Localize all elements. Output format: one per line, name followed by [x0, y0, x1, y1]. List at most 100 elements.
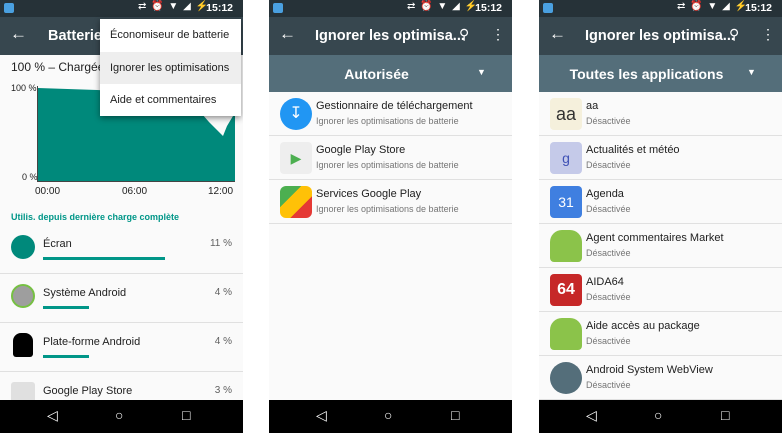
app-row-aa[interactable]: aa aa Désactivée	[539, 92, 782, 136]
app-row-package-access[interactable]: Aide accès au package Désactivée	[539, 312, 782, 356]
status-icons: ⇄ ⏰ ▼ ◢ ⚡	[138, 1, 209, 12]
status-icons: ⇄ ⏰ ▼ ◢ ⚡	[407, 1, 478, 12]
app-row-download-manager[interactable]: ↧ Gestionnaire de téléchargement Ignorer…	[269, 92, 512, 136]
app-status: Ignorer les optimisations de batterie	[316, 204, 459, 214]
status-clock: 15:12	[475, 2, 502, 14]
app-name: Agenda	[586, 188, 624, 200]
app-status: Désactivée	[586, 160, 631, 170]
nav-recent-icon[interactable]: □	[451, 407, 459, 423]
app-name: Android System WebView	[586, 364, 713, 376]
status-bar: ⇄ ⏰ ▼ ◢ ⚡ 15:12	[0, 0, 243, 17]
app-row-play-store[interactable]: ▶ Google Play Store Ignorer les optimisa…	[269, 136, 512, 180]
usage-row-screen[interactable]: Écran 11 %	[0, 225, 243, 274]
back-arrow-icon[interactable]: ←	[279, 24, 296, 44]
back-arrow-icon[interactable]: ←	[549, 24, 566, 44]
usage-percent: 11 %	[209, 238, 232, 249]
chart-ymax-label: 100 %	[11, 83, 37, 93]
usage-percent: 4 %	[214, 336, 232, 347]
app-name: Google Play Store	[316, 144, 406, 156]
nav-back-icon[interactable]: ◁	[586, 407, 597, 424]
status-clock: 15:12	[745, 2, 772, 14]
nav-bar: ◁ ○ □	[0, 400, 243, 433]
app-status: Désactivée	[586, 248, 631, 258]
app-name: Services Google Play	[316, 188, 422, 200]
notification-app-icon	[273, 3, 283, 13]
nav-back-icon[interactable]: ◁	[47, 407, 58, 424]
app-row-aida64[interactable]: 64 AIDA64 Désactivée	[539, 268, 782, 312]
more-vert-icon[interactable]: ⋮	[761, 26, 775, 43]
menu-item-help[interactable]: Aide et commentaires	[100, 84, 241, 116]
app-row-market-feedback[interactable]: Agent commentaires Market Désactivée	[539, 224, 782, 268]
app-row-calendar[interactable]: 31 Agenda Désactivée	[539, 180, 782, 224]
battery-screen: ⇄ ⏰ ▼ ◢ ⚡ 15:12 ← Batterie 100 % – Charg…	[0, 0, 243, 433]
usage-percent: 3 %	[214, 385, 232, 396]
app-row-news-weather[interactable]: g Actualités et météo Désactivée	[539, 136, 782, 180]
app-row-play-services[interactable]: Services Google Play Ignorer les optimis…	[269, 180, 512, 224]
usage-section-header: Utilis. depuis dernière charge complète	[11, 212, 180, 222]
usage-name: Écran	[43, 238, 72, 250]
menu-item-ignore-optimizations[interactable]: Ignorer les optimisations	[100, 52, 241, 84]
nav-home-icon[interactable]: ○	[654, 407, 662, 423]
nav-recent-icon[interactable]: □	[182, 407, 190, 423]
more-vert-icon[interactable]: ⋮	[491, 26, 505, 43]
chart-x-label: 12:00	[208, 186, 234, 197]
download-icon: ↧	[280, 98, 312, 130]
usage-name: Google Play Store	[43, 385, 133, 397]
usage-bar	[43, 355, 89, 358]
app-bar: ← Ignorer les optimisa... ⚲ ⋮	[269, 17, 512, 55]
play-services-icon	[280, 186, 312, 218]
status-clock: 15:12	[206, 2, 233, 14]
chart-x-label: 00:00	[35, 186, 61, 197]
search-icon[interactable]: ⚲	[729, 26, 739, 43]
app-bar: ← Ignorer les optimisa... ⚲ ⋮	[539, 17, 782, 55]
app-status: Désactivée	[586, 336, 631, 346]
filter-spinner[interactable]: Autorisée ▼	[269, 55, 512, 92]
nav-home-icon[interactable]: ○	[384, 407, 392, 423]
app-name: aa	[586, 100, 599, 112]
nav-back-icon[interactable]: ◁	[316, 407, 327, 424]
menu-item-battery-saver[interactable]: Économiseur de batterie	[100, 19, 241, 51]
nav-recent-icon[interactable]: □	[721, 407, 729, 423]
overflow-menu: Économiseur de batterie Ignorer les opti…	[100, 19, 241, 116]
chart-x-label: 06:00	[122, 186, 148, 197]
app-name: Agent commentaires Market	[586, 232, 724, 244]
notification-app-icon	[543, 3, 553, 13]
app-status: Désactivée	[586, 380, 631, 390]
webview-gear-icon	[550, 362, 582, 394]
android-robot-icon	[550, 318, 582, 350]
app-name: Gestionnaire de téléchargement	[316, 100, 473, 112]
calendar-icon: 31	[550, 186, 582, 218]
dropdown-caret-icon: ▼	[747, 67, 756, 77]
app-status: Désactivée	[586, 116, 631, 126]
usage-name: Système Android	[43, 287, 127, 299]
play-store-icon: ▶	[280, 142, 312, 174]
search-icon[interactable]: ⚲	[459, 26, 469, 43]
page-title: Batterie	[48, 28, 102, 44]
status-bar: ⇄ ⏰ ▼ ◢ ⚡ 15:12	[539, 0, 782, 17]
android-robot-icon	[13, 333, 33, 357]
ignore-optimizations-screen: ⇄ ⏰ ▼ ◢ ⚡ 15:12 ← Ignorer les optimisa..…	[269, 0, 512, 433]
usage-row-android-system[interactable]: Système Android 4 %	[0, 274, 243, 323]
aa-app-icon: aa	[550, 98, 582, 130]
status-icons: ⇄ ⏰ ▼ ◢ ⚡	[677, 1, 748, 12]
app-name: Aide accès au package	[586, 320, 700, 332]
usage-bar	[43, 257, 165, 260]
charge-status: 100 % – Chargée	[11, 60, 105, 74]
nav-home-icon[interactable]: ○	[115, 407, 123, 423]
dropdown-caret-icon: ▼	[477, 67, 486, 77]
filter-label: Toutes les applications	[569, 66, 724, 82]
filter-spinner[interactable]: Toutes les applications ▼	[539, 55, 782, 92]
app-row-webview[interactable]: Android System WebView Désactivée	[539, 356, 782, 400]
nav-bar: ◁ ○ □	[269, 400, 512, 433]
page-title: Ignorer les optimisa...	[585, 28, 735, 44]
chart-ymin-label: 0 %	[22, 172, 38, 182]
notification-app-icon	[4, 3, 14, 13]
app-status: Ignorer les optimisations de batterie	[316, 160, 459, 170]
back-arrow-icon[interactable]: ←	[10, 24, 27, 44]
all-apps-screen: ⇄ ⏰ ▼ ◢ ⚡ 15:12 ← Ignorer les optimisa..…	[539, 0, 782, 433]
android-system-icon	[11, 284, 35, 308]
usage-percent: 4 %	[214, 287, 232, 298]
page-title: Ignorer les optimisa...	[315, 28, 465, 44]
usage-row-android-platform[interactable]: Plate-forme Android 4 %	[0, 323, 243, 372]
usage-bar	[43, 306, 89, 309]
